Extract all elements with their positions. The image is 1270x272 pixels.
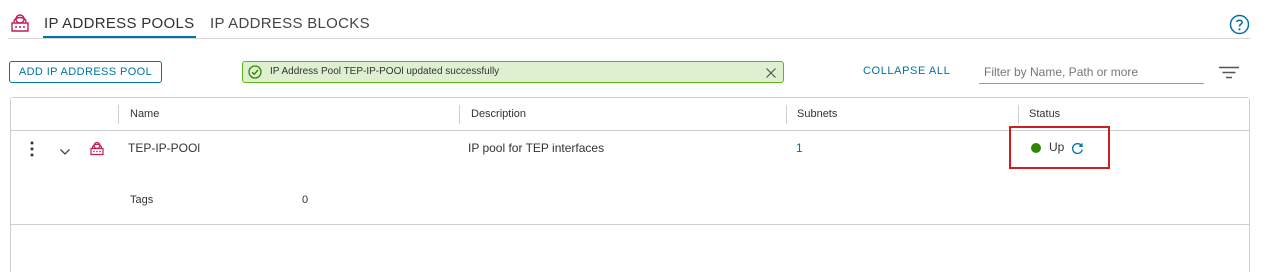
filter-icon[interactable] xyxy=(1218,66,1240,79)
column-header-status[interactable]: Status xyxy=(1029,108,1060,120)
ip-pool-icon xyxy=(9,11,31,35)
row-divider xyxy=(11,224,1249,225)
pool-name: TEP-IP-POOl xyxy=(128,141,201,155)
check-circle-icon xyxy=(248,65,262,79)
tab-bar: IP ADDRESS POOLS IP ADDRESS BLOCKS xyxy=(0,0,1270,40)
column-separator[interactable] xyxy=(1018,105,1019,124)
close-icon[interactable] xyxy=(765,66,777,78)
column-header-description[interactable]: Description xyxy=(471,108,526,120)
success-alert: IP Address Pool TEP-IP-POOl updated succ… xyxy=(242,61,784,83)
collapse-all-button[interactable]: COLLAPSE ALL xyxy=(863,65,950,77)
column-separator[interactable] xyxy=(786,105,787,124)
column-header-name[interactable]: Name xyxy=(130,108,159,120)
subnets-link[interactable]: 1 xyxy=(796,141,803,155)
chevron-down-icon[interactable] xyxy=(59,144,71,155)
refresh-icon[interactable] xyxy=(1071,142,1084,155)
add-ip-address-pool-button[interactable]: ADD IP ADDRESS POOL xyxy=(9,61,162,83)
column-separator[interactable] xyxy=(118,105,119,124)
ip-pools-grid: Name Description Subnets Status TEP-IP-P… xyxy=(10,97,1250,272)
tab-ip-address-pools[interactable]: IP ADDRESS POOLS xyxy=(42,15,197,39)
ip-pool-icon xyxy=(89,140,105,157)
help-icon[interactable] xyxy=(1229,14,1250,35)
filter-input[interactable] xyxy=(979,61,1204,84)
alert-message: IP Address Pool TEP-IP-POOl updated succ… xyxy=(270,66,500,77)
column-header-subnets[interactable]: Subnets xyxy=(797,108,837,120)
column-separator[interactable] xyxy=(459,105,460,124)
tab-ip-address-blocks[interactable]: IP ADDRESS BLOCKS xyxy=(210,15,370,32)
tab-divider xyxy=(8,38,1250,39)
tags-label: Tags xyxy=(130,194,154,206)
pool-description: IP pool for TEP interfaces xyxy=(468,141,605,155)
tags-count: 0 xyxy=(302,194,309,206)
status-up-icon xyxy=(1031,143,1041,153)
vertical-ellipsis-icon[interactable] xyxy=(27,140,37,158)
status-text: Up xyxy=(1049,140,1065,154)
